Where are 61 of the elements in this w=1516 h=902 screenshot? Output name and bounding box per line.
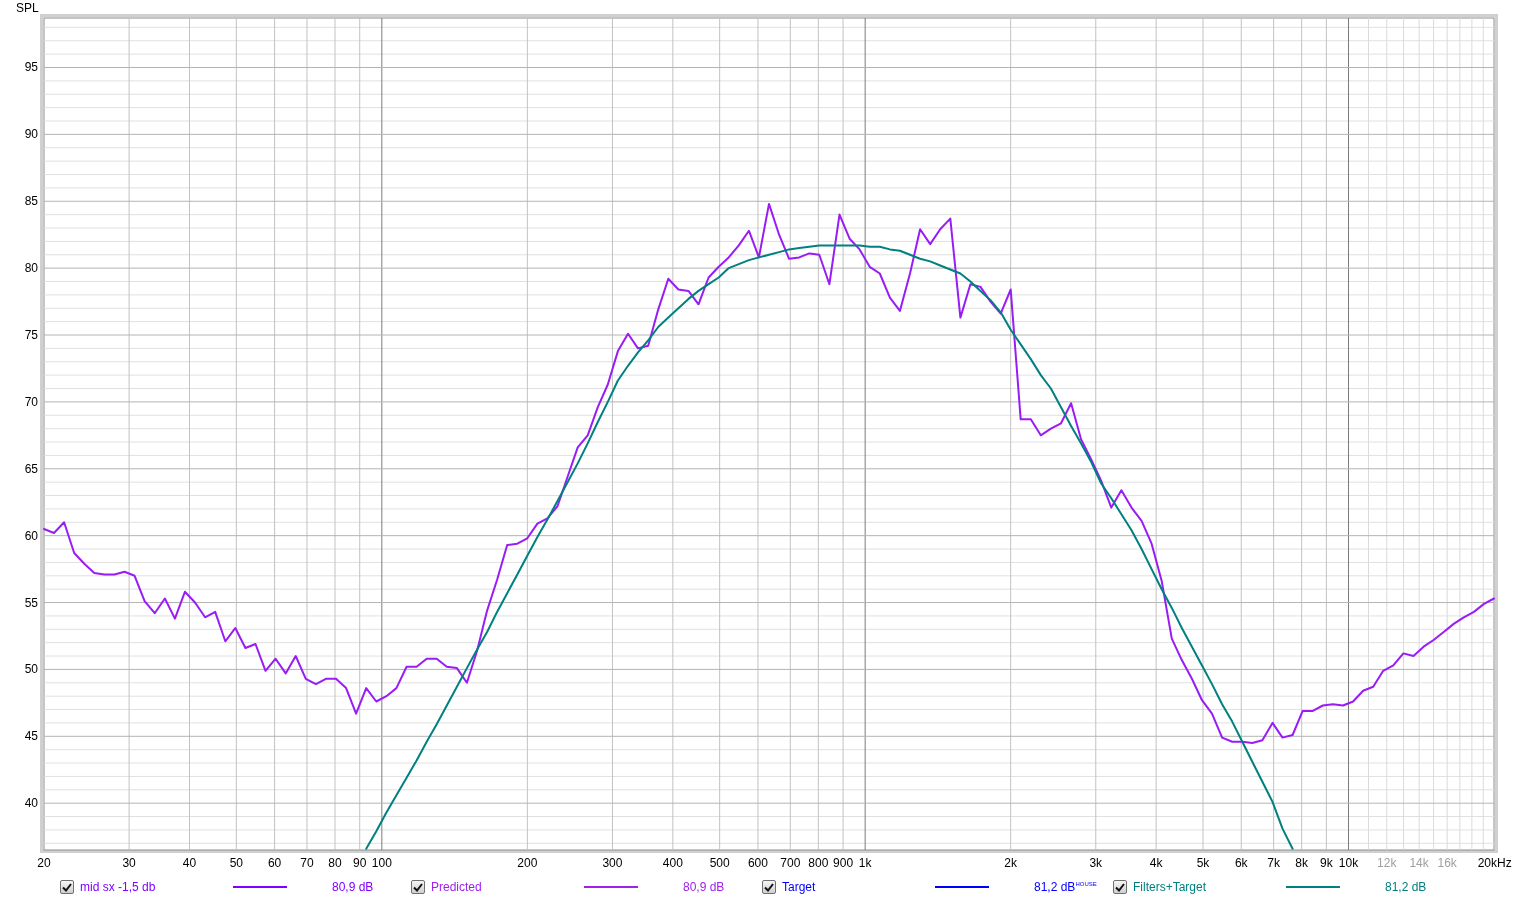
x-axis-tick-label: 800 [808,856,829,870]
legend-value: 80,9 dB [683,880,725,894]
x-axis-tick-label: 8k [1295,856,1308,870]
legend-label: Predicted [431,880,483,894]
x-axis-unit-label: Hz [1497,856,1512,870]
x-axis-tick-label: 16k [1437,856,1457,870]
x-axis-tick-label: 7k [1267,856,1280,870]
legend-value: 81,2 dB$^{HOUSE}$ [1034,880,1097,894]
x-axis-tick-label: 4k [1149,856,1163,870]
y-axis-title: SPL [16,1,39,15]
x-axis-tick-label: 500 [709,856,730,870]
x-axis-tick-label: 80 [328,856,342,870]
y-axis-tick-label: 70 [24,394,38,409]
checkbox[interactable] [762,880,776,894]
y-axis-tick-label: 80 [24,261,38,276]
x-axis-tick-label: 20k [1477,856,1497,870]
x-axis-tick-label: 20 [37,856,51,870]
x-axis-tick-label: 30 [122,856,136,870]
y-axis-tick-label: 95 [24,60,38,75]
y-axis-tick-label: 45 [24,729,38,744]
check-icon [1115,882,1125,892]
y-axis-tick-label: 85 [24,194,38,209]
checkbox[interactable] [411,880,425,894]
legend-value: 81,2 dB [1385,880,1427,894]
check-icon [413,882,423,892]
x-axis-tick-label: 10k [1338,856,1359,870]
legend-label: Filters+Target [1133,880,1208,894]
x-axis-tick-label: 3k [1089,856,1103,870]
x-axis-tick-label: 90 [353,856,367,870]
x-axis-tick-label: 1k [858,856,872,870]
x-axis-tick-label: 5k [1196,856,1210,870]
x-axis-tick-label: 200 [517,856,538,870]
x-axis-tick-label: 9k [1320,856,1333,870]
x-axis-tick-label: 900 [833,856,854,870]
y-axis-tick-label: 40 [24,796,38,811]
x-axis-tick-label: 2k [1004,856,1017,870]
y-axis-tick-label: 65 [24,461,38,476]
y-axis-tick-label: 60 [24,528,38,543]
x-axis-tick-label: 14k [1409,856,1429,870]
x-axis-tick-label: 70 [300,856,314,870]
x-axis-tick-label: 6k [1234,856,1248,870]
x-axis-tick-label: 300 [602,856,623,870]
legend-label: mid sx -1,5 db [80,880,157,894]
x-axis-tick-label: 600 [747,856,768,870]
x-axis-tick-label: 100 [371,856,392,870]
y-axis-tick-label: 50 [24,662,38,677]
checkbox[interactable] [1113,880,1127,894]
check-icon [62,882,72,892]
x-axis-tick-label: 700 [780,856,801,870]
y-axis-tick-label: 55 [24,595,38,610]
x-axis-tick-label: 400 [662,856,683,870]
x-axis-tick-label: 60 [267,856,282,870]
y-axis-tick-label: 90 [24,127,38,142]
x-axis-tick-label: 40 [182,856,197,870]
y-axis-tick-label: 75 [24,328,38,342]
checkbox[interactable] [60,880,74,894]
x-axis-tick-label: 12k [1377,856,1397,870]
legend-value: 80,9 dB [332,880,374,894]
check-icon [764,882,774,892]
x-axis-tick-label: 50 [229,856,243,870]
legend-label: Target [782,880,817,894]
